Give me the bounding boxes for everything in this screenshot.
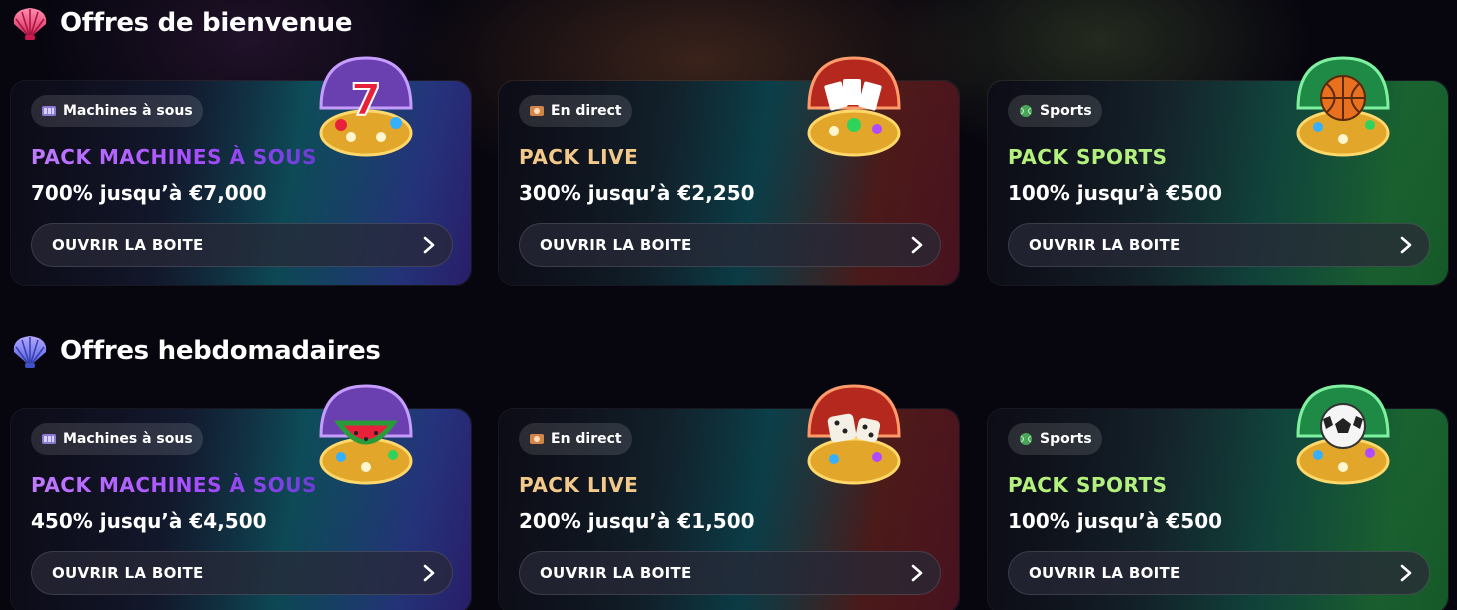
watermelon-chest-icon bbox=[319, 384, 413, 485]
live-ticket-icon bbox=[530, 106, 544, 116]
chevron-right-icon bbox=[423, 564, 435, 582]
offer-text: 300% jusqu’à €2,250 bbox=[519, 181, 755, 205]
offer-card-live-welcome: En direct PACK LIVE 300% jusqu’à €2,250 … bbox=[498, 56, 960, 286]
category-tag: En direct bbox=[519, 423, 632, 455]
offer-card-sports-welcome: Sports PACK SPORTS 100% jusqu’à €500 OUV… bbox=[987, 56, 1449, 286]
open-box-label: OUVRIR LA BOITE bbox=[540, 564, 692, 582]
open-box-label: OUVRIR LA BOITE bbox=[52, 564, 204, 582]
pack-title: PACK LIVE bbox=[519, 473, 639, 497]
pink-shell-icon bbox=[13, 8, 47, 40]
open-box-button[interactable]: OUVRIR LA BOITE bbox=[1008, 551, 1430, 595]
offer-text: 450% jusqu’à €4,500 bbox=[31, 509, 267, 533]
open-box-button[interactable]: OUVRIR LA BOITE bbox=[1008, 223, 1430, 267]
playing-cards-chest-icon bbox=[807, 56, 901, 157]
offer-card-slots-welcome: Machines à sous PACK MACHINES À SOUS 700… bbox=[10, 56, 472, 286]
open-box-label: OUVRIR LA BOITE bbox=[1029, 564, 1181, 582]
category-tag: Sports bbox=[1008, 423, 1102, 455]
category-tag: En direct bbox=[519, 95, 632, 127]
chevron-right-icon bbox=[423, 236, 435, 254]
pack-title: PACK LIVE bbox=[519, 145, 639, 169]
offer-card-slots-weekly: Machines à sous PACK MACHINES À SOUS 450… bbox=[10, 384, 472, 610]
tennis-ball-icon bbox=[1020, 433, 1032, 445]
category-label: Sports bbox=[1040, 431, 1092, 447]
category-tag: Machines à sous bbox=[31, 95, 203, 127]
pack-title: PACK MACHINES À SOUS bbox=[31, 145, 317, 169]
open-box-button[interactable]: OUVRIR LA BOITE bbox=[519, 551, 941, 595]
pack-title: PACK SPORTS bbox=[1008, 145, 1168, 169]
category-tag: Sports bbox=[1008, 95, 1102, 127]
chevron-right-icon bbox=[1400, 564, 1412, 582]
svg-text:7: 7 bbox=[351, 75, 382, 126]
category-label: Machines à sous bbox=[63, 103, 193, 119]
category-label: Machines à sous bbox=[63, 431, 193, 447]
live-ticket-icon bbox=[530, 434, 544, 444]
blue-shell-icon bbox=[13, 336, 47, 368]
dice-chest-icon bbox=[807, 384, 901, 485]
category-tag: Machines à sous bbox=[31, 423, 203, 455]
pack-title: PACK MACHINES À SOUS bbox=[31, 473, 317, 497]
category-label: En direct bbox=[551, 103, 622, 119]
offer-text: 700% jusqu’à €7,000 bbox=[31, 181, 267, 205]
section-header-welcome: Offres de bienvenue bbox=[10, 4, 353, 42]
lucky-seven-chest-icon: 7 bbox=[319, 56, 413, 157]
offer-text: 100% jusqu’à €500 bbox=[1008, 181, 1223, 205]
open-box-button[interactable]: OUVRIR LA BOITE bbox=[519, 223, 941, 267]
offer-text: 200% jusqu’à €1,500 bbox=[519, 509, 755, 533]
open-box-button[interactable]: OUVRIR LA BOITE bbox=[31, 223, 453, 267]
chevron-right-icon bbox=[911, 564, 923, 582]
category-label: En direct bbox=[551, 431, 622, 447]
open-box-label: OUVRIR LA BOITE bbox=[1029, 236, 1181, 254]
section-title: Offres de bienvenue bbox=[60, 8, 353, 38]
category-label: Sports bbox=[1040, 103, 1092, 119]
section-title: Offres hebdomadaires bbox=[60, 336, 381, 366]
tennis-ball-icon bbox=[1020, 105, 1032, 117]
offer-text: 100% jusqu’à €500 bbox=[1008, 509, 1223, 533]
offer-card-live-weekly: En direct PACK LIVE 200% jusqu’à €1,500 … bbox=[498, 384, 960, 610]
offer-card-sports-weekly: Sports PACK SPORTS 100% jusqu’à €500 OUV… bbox=[987, 384, 1449, 610]
slot-machine-icon bbox=[42, 434, 56, 444]
slot-machine-icon bbox=[42, 106, 56, 116]
basketball-chest-icon bbox=[1296, 56, 1390, 157]
chevron-right-icon bbox=[1400, 236, 1412, 254]
section-header-weekly: Offres hebdomadaires bbox=[10, 332, 381, 370]
soccer-ball-chest-icon bbox=[1296, 384, 1390, 485]
chevron-right-icon bbox=[911, 236, 923, 254]
open-box-label: OUVRIR LA BOITE bbox=[52, 236, 204, 254]
open-box-label: OUVRIR LA BOITE bbox=[540, 236, 692, 254]
pack-title: PACK SPORTS bbox=[1008, 473, 1168, 497]
open-box-button[interactable]: OUVRIR LA BOITE bbox=[31, 551, 453, 595]
